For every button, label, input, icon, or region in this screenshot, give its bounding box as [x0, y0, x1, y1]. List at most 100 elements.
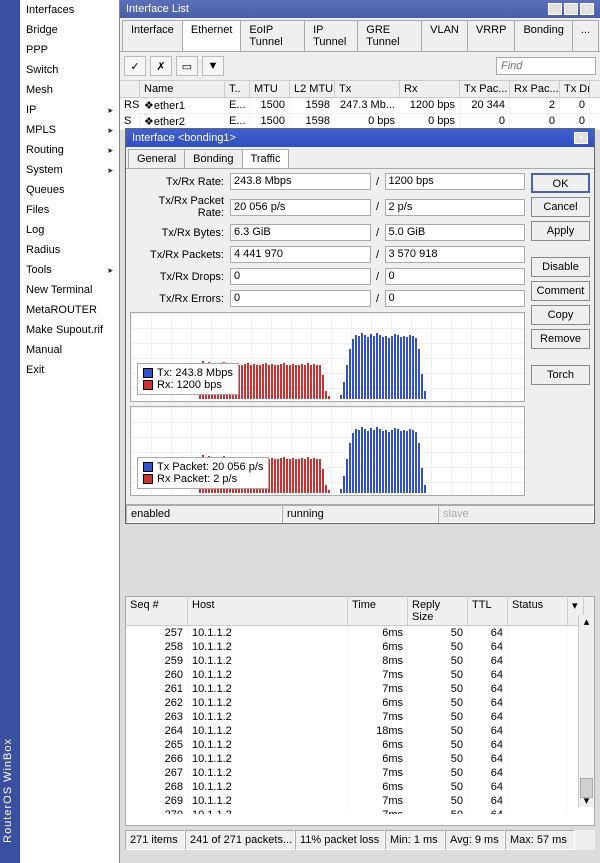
sidebar-item-manual[interactable]: Manual: [20, 340, 119, 360]
apply-button[interactable]: Apply: [531, 221, 590, 241]
form-row: Tx/Rx Bytes:6.3 GiB/5.0 GiB: [130, 224, 525, 241]
sidebar-item-mpls[interactable]: MPLS: [20, 120, 119, 140]
ping-row[interactable]: 26610.1.1.26ms5064: [126, 752, 594, 766]
form-row: Tx/Rx Rate:243.8 Mbps/1200 bps: [130, 173, 525, 190]
legend-rx-packet: Rx Packet: 2 p/s: [157, 473, 237, 485]
notes-icon[interactable]: ▭: [176, 56, 198, 76]
ping-col-header[interactable]: Status: [508, 597, 568, 625]
copy-button[interactable]: Copy: [531, 305, 590, 325]
sidebar-item-tools[interactable]: Tools: [20, 260, 119, 280]
form-value-rx: 3 570 918: [385, 246, 526, 263]
ping-cell: 268: [126, 780, 188, 794]
col-header[interactable]: L2 MTU: [290, 81, 335, 97]
ping-col-header[interactable]: Seq #: [126, 597, 188, 625]
sidebar-item-bridge[interactable]: Bridge: [20, 20, 119, 40]
tab-vlan[interactable]: VLAN: [421, 20, 468, 51]
tab-vrrp[interactable]: VRRP: [467, 20, 516, 51]
scrollbar-vertical[interactable]: ▴ ▾: [578, 615, 594, 807]
ping-cell: [508, 640, 568, 654]
ok-button[interactable]: OK: [531, 173, 590, 193]
ping-cell: 50: [408, 640, 468, 654]
ping-row[interactable]: 26910.1.1.27ms5064: [126, 794, 594, 808]
ping-row[interactable]: 25810.1.1.26ms5064: [126, 640, 594, 654]
sidebar-item-interfaces[interactable]: Interfaces: [20, 0, 119, 20]
form-label: Tx/Rx Bytes:: [130, 227, 230, 239]
sidebar-item-exit[interactable]: Exit: [20, 360, 119, 380]
ping-row[interactable]: 26010.1.1.27ms5064: [126, 668, 594, 682]
maximize-icon[interactable]: □: [564, 3, 578, 15]
sidebar-item-files[interactable]: Files: [20, 200, 119, 220]
disable-button[interactable]: Disable: [531, 257, 590, 277]
ping-col-header[interactable]: Time: [348, 597, 408, 625]
tab-ethernet[interactable]: Ethernet: [182, 20, 242, 51]
ok-icon[interactable]: ✓: [124, 56, 146, 76]
ping-row[interactable]: 25710.1.1.26ms5064: [126, 626, 594, 640]
tab-interface[interactable]: Interface: [122, 20, 183, 51]
dialog-tab-bonding[interactable]: Bonding: [184, 149, 242, 168]
col-header[interactable]: Tx Dr: [560, 81, 590, 97]
tab--[interactable]: ...: [572, 20, 599, 51]
col-header[interactable]: Name: [140, 81, 225, 97]
sidebar-item-system[interactable]: System: [20, 160, 119, 180]
ping-cell: 260: [126, 668, 188, 682]
ping-col-header[interactable]: Reply Size: [408, 597, 468, 625]
sidebar-item-routing[interactable]: Routing: [20, 140, 119, 160]
col-header[interactable]: Rx: [400, 81, 460, 97]
sidebar-item-mesh[interactable]: Mesh: [20, 80, 119, 100]
table-row[interactable]: RS❖ether1E...15001598247.3 Mb...1200 bps…: [120, 98, 600, 114]
sidebar-item-new-terminal[interactable]: New Terminal: [20, 280, 119, 300]
rate-chart-legend: Tx: 243.8 Mbps Rx: 1200 bps: [137, 363, 239, 395]
comment-button[interactable]: Comment: [531, 281, 590, 301]
cell: ❖ether2: [140, 114, 225, 129]
ping-body[interactable]: 25710.1.1.26ms506425810.1.1.26ms50642591…: [126, 626, 594, 814]
ping-col-header[interactable]: Host: [188, 597, 348, 625]
col-header[interactable]: Rx Pac...: [510, 81, 560, 97]
ping-cell: 259: [126, 654, 188, 668]
cancel-icon[interactable]: ✗: [150, 56, 172, 76]
close-icon[interactable]: ×: [580, 3, 594, 15]
sidebar-item-ppp[interactable]: PPP: [20, 40, 119, 60]
sidebar-item-log[interactable]: Log: [20, 220, 119, 240]
ping-row[interactable]: 26710.1.1.27ms5064: [126, 766, 594, 780]
sidebar-item-ip[interactable]: IP: [20, 100, 119, 120]
col-header[interactable]: Tx Pac...: [460, 81, 510, 97]
filter-icon[interactable]: ▼: [202, 56, 224, 76]
col-header[interactable]: [120, 81, 140, 97]
main-area: Interface List _ □ × InterfaceEthernetEo…: [120, 0, 600, 863]
ping-cell: [508, 668, 568, 682]
col-header[interactable]: Tx: [335, 81, 400, 97]
tab-gre-tunnel[interactable]: GRE Tunnel: [357, 20, 422, 51]
ping-cell: 64: [468, 654, 508, 668]
sidebar-item-radius[interactable]: Radius: [20, 240, 119, 260]
torch-button[interactable]: Torch: [531, 365, 590, 385]
legend-rx: Rx: 1200 bps: [157, 379, 222, 391]
ping-row[interactable]: 26410.1.1.218ms5064: [126, 724, 594, 738]
dialog-tab-traffic[interactable]: Traffic: [242, 149, 290, 168]
dialog-close-icon[interactable]: ×: [574, 132, 588, 144]
sidebar-item-queues[interactable]: Queues: [20, 180, 119, 200]
cell: 0 bps: [335, 114, 400, 129]
sidebar-item-metarouter[interactable]: MetaROUTER: [20, 300, 119, 320]
sidebar-item-switch[interactable]: Switch: [20, 60, 119, 80]
ping-row[interactable]: 26110.1.1.27ms5064: [126, 682, 594, 696]
dialog-tab-general[interactable]: General: [128, 149, 185, 168]
form-row: Tx/Rx Packets:4 441 970/3 570 918: [130, 246, 525, 263]
find-input[interactable]: [496, 57, 596, 75]
minimize-icon[interactable]: _: [548, 3, 562, 15]
ping-row[interactable]: 26510.1.1.26ms5064: [126, 738, 594, 752]
ping-row[interactable]: 26810.1.1.26ms5064: [126, 780, 594, 794]
ping-row[interactable]: 25910.1.1.28ms5064: [126, 654, 594, 668]
cancel-button[interactable]: Cancel: [531, 197, 590, 217]
tab-bonding[interactable]: Bonding: [514, 20, 572, 51]
ping-row[interactable]: 26210.1.1.26ms5064: [126, 696, 594, 710]
sidebar-item-make-supout-rif[interactable]: Make Supout.rif: [20, 320, 119, 340]
col-header[interactable]: MTU: [250, 81, 290, 97]
col-header[interactable]: T..: [225, 81, 250, 97]
ping-cell: [508, 794, 568, 808]
tab-ip-tunnel[interactable]: IP Tunnel: [304, 20, 358, 51]
tab-eoip-tunnel[interactable]: EoIP Tunnel: [240, 20, 305, 51]
remove-button[interactable]: Remove: [531, 329, 590, 349]
ping-row[interactable]: 26310.1.1.27ms5064: [126, 710, 594, 724]
ping-row[interactable]: 27010.1.1.27ms5064: [126, 808, 594, 814]
ping-col-header[interactable]: TTL: [468, 597, 508, 625]
